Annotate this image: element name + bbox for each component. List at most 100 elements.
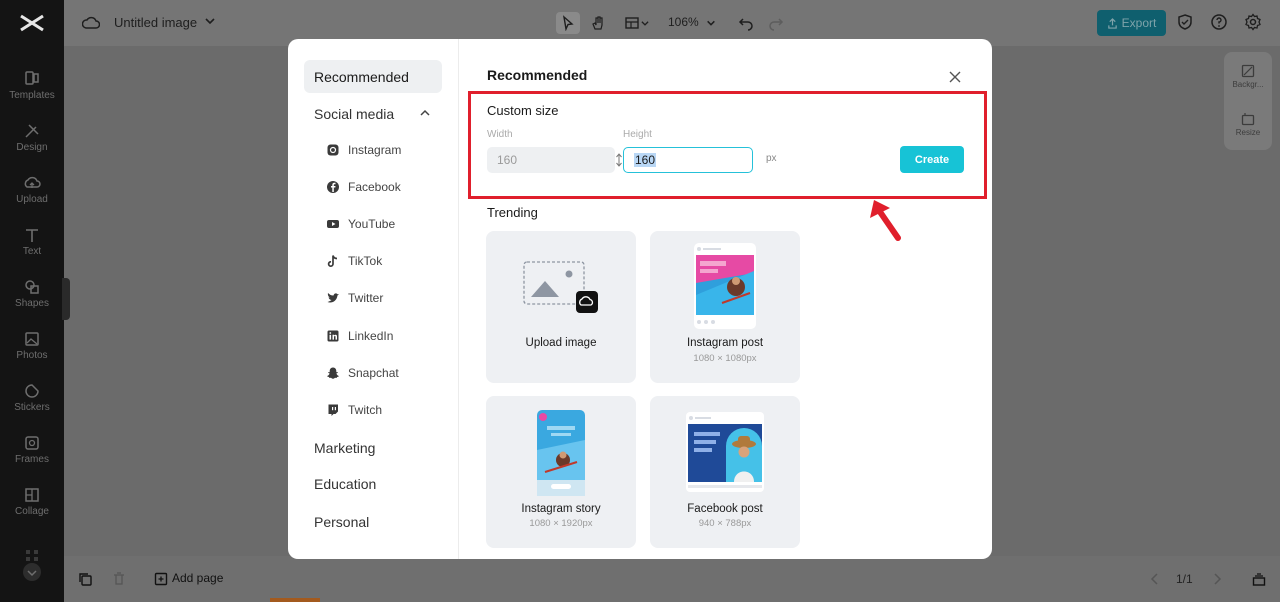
hand-tool-button[interactable] [586, 12, 610, 34]
card-name: Instagram story [521, 503, 601, 515]
nav-sub-label: LinkedIn [348, 329, 394, 343]
nav-tiktok[interactable]: TikTok [326, 251, 382, 271]
side-tab-label: Backgr... [1232, 80, 1264, 89]
rail-templates[interactable]: Templates [0, 70, 64, 116]
nav-label: Social media [314, 105, 395, 122]
select-tool-button[interactable] [556, 12, 580, 34]
undo-icon [738, 18, 753, 31]
shield-icon[interactable] [1176, 13, 1194, 31]
stickers-icon [25, 384, 39, 398]
rail-collapse-handle[interactable] [62, 278, 70, 320]
rail-text[interactable]: Text [0, 226, 64, 272]
card-name: Facebook post [687, 503, 763, 515]
zoom-level[interactable]: 106% [668, 15, 699, 29]
trash-icon[interactable] [112, 572, 126, 586]
trending-title: Trending [487, 205, 538, 220]
redo-icon [769, 18, 784, 31]
help-icon[interactable] [1210, 13, 1228, 31]
shapes-icon [25, 280, 39, 294]
text-icon [26, 229, 38, 242]
nav-sub-label: TikTok [348, 254, 383, 268]
add-page-button[interactable]: Add page [172, 571, 223, 585]
rail-photos[interactable]: Photos [0, 330, 64, 376]
collage-icon [25, 488, 39, 502]
rail-stickers[interactable]: Stickers [0, 382, 64, 428]
next-page-icon[interactable] [1210, 572, 1224, 586]
tab-resize[interactable]: Resize [1224, 112, 1272, 137]
nav-label: Marketing [314, 439, 376, 456]
card-size: 1080 × 1920px [529, 518, 593, 529]
card-size: 1080 × 1080px [693, 353, 757, 364]
nav-linkedin[interactable]: LinkedIn [326, 326, 393, 346]
nav-snapchat[interactable]: Snapchat [326, 363, 399, 383]
page-indicator: 1/1 [1176, 572, 1193, 586]
add-page-icon [154, 572, 168, 586]
close-icon[interactable] [949, 71, 961, 83]
rail-upload[interactable]: Upload [0, 174, 64, 220]
page-list-icon[interactable] [1252, 572, 1266, 586]
duplicate-page-icon[interactable] [78, 572, 92, 586]
chevron-down-icon [641, 21, 649, 26]
nav-twitch[interactable]: Twitch [326, 400, 382, 420]
tab-background[interactable]: Backgr... [1224, 64, 1272, 89]
nav-twitter[interactable]: Twitter [326, 288, 383, 308]
modal-heading: Recommended [487, 67, 588, 83]
nav-label: Recommended [314, 68, 409, 85]
property-side-tabs: Backgr... Resize [1224, 52, 1272, 150]
card-facebook-post[interactable]: Facebook post 940 × 788px [650, 396, 800, 548]
rail-frames[interactable]: Frames [0, 434, 64, 480]
nav-sub-label: Snapchat [348, 366, 399, 380]
chevron-up-icon [420, 109, 430, 116]
nav-label: Education [314, 475, 377, 492]
nav-instagram[interactable]: Instagram [326, 140, 401, 160]
facebook-icon [327, 181, 339, 193]
instagram-story-thumbnail [537, 410, 585, 496]
card-name: Upload image [525, 337, 597, 349]
card-instagram-story[interactable]: Instagram story 1080 × 1920px [486, 396, 636, 548]
rail-shapes[interactable]: Shapes [0, 278, 64, 324]
document-title[interactable]: Untitled image [114, 15, 197, 30]
frames-icon [25, 436, 39, 450]
rail-label: Upload [16, 194, 48, 205]
export-button[interactable]: Export [1097, 10, 1166, 36]
tiktok-icon [327, 255, 338, 268]
undo-button[interactable] [736, 12, 756, 34]
rail-collage[interactable]: Collage [0, 486, 64, 532]
twitch-icon [328, 404, 338, 416]
nav-facebook[interactable]: Facebook [326, 177, 401, 197]
nav-label: Personal [314, 513, 370, 530]
resize-icon [1241, 113, 1255, 126]
nav-sub-label: Facebook [348, 180, 401, 194]
side-tab-label: Resize [1235, 128, 1261, 137]
rail-label: Stickers [14, 402, 50, 413]
layout-icon [625, 17, 639, 29]
custom-size-highlight-box [468, 91, 987, 199]
card-upload-image[interactable]: Upload image [486, 231, 636, 383]
rail-design[interactable]: Design [0, 122, 64, 168]
pointer-icon [562, 15, 574, 31]
prev-page-icon[interactable] [1148, 572, 1162, 586]
bottom-toolbar: Add page 1/1 [64, 556, 1280, 602]
nav-education[interactable]: Education [304, 467, 442, 500]
snapchat-icon [327, 367, 339, 379]
nav-recommended[interactable]: Recommended [304, 60, 442, 93]
settings-gear-icon[interactable] [1244, 13, 1262, 31]
apps-icon[interactable] [18, 548, 46, 584]
nav-personal[interactable]: Personal [304, 505, 442, 538]
instagram-post-thumbnail [694, 243, 756, 329]
rail-label: Text [22, 246, 42, 257]
rail-label: Frames [15, 454, 49, 465]
zoom-chevron-down-icon[interactable] [706, 18, 716, 28]
nav-marketing[interactable]: Marketing [304, 431, 442, 464]
rail-label: Collage [15, 506, 49, 517]
nav-youtube[interactable]: YouTube [326, 214, 395, 234]
youtube-icon [327, 220, 339, 228]
layout-tool-button[interactable] [620, 12, 654, 34]
annotation-arrow-icon [870, 200, 901, 241]
redo-button[interactable] [766, 12, 786, 34]
chevron-down-icon[interactable] [204, 15, 216, 27]
nav-social-media[interactable]: Social media [304, 97, 442, 130]
nav-sub-label: YouTube [348, 217, 396, 231]
card-instagram-post[interactable]: Instagram post 1080 × 1080px [650, 231, 800, 383]
rail-label: Photos [16, 350, 48, 361]
